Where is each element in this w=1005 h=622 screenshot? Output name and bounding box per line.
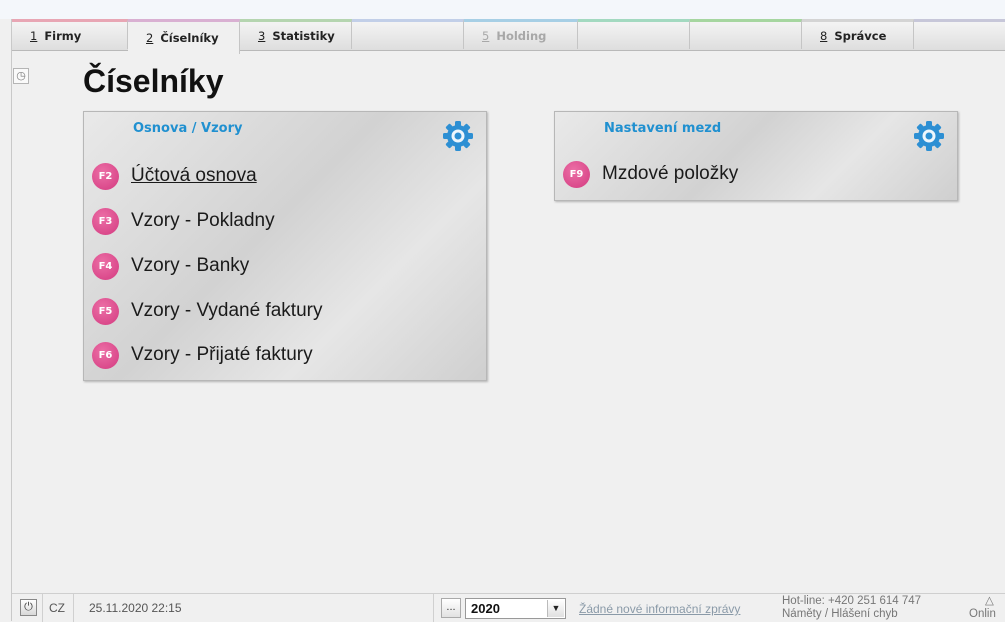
tab-statistiky[interactable]: 3 Statistiky <box>240 19 352 49</box>
tab-label: Statistiky <box>272 28 335 43</box>
tab-empty-4 <box>352 19 464 49</box>
tab-empty-7 <box>690 19 802 49</box>
hotline-info: Hot-line: +420 251 614 747 Náměty / Hláš… <box>782 595 921 621</box>
tab-number: 5 <box>482 28 490 43</box>
online-icon: △ <box>985 595 994 607</box>
panel-osnova-vzory: Osnova / Vzory F2 Účtová osnova F3 Vzory… <box>83 111 487 381</box>
tab-number: 2 <box>146 31 154 45</box>
language-code: CZ <box>49 601 65 615</box>
tab-empty-6 <box>578 19 690 49</box>
menu-item-vzory-vydane-faktury[interactable]: F5 Vzory - Vydané faktury <box>92 296 322 326</box>
panel-header: Nastavení mezd <box>555 112 957 151</box>
panel-nastaveni-mezd: Nastavení mezd F9 Mzdové položky <box>554 111 958 201</box>
datetime: 25.11.2020 22:15 <box>89 601 182 615</box>
menu-item-uctova-osnova[interactable]: F2 Účtová osnova <box>92 161 257 191</box>
menu-item-mzdove-polozky[interactable]: F9 Mzdové položky <box>563 159 738 189</box>
shortcut-badge: F9 <box>563 160 590 188</box>
feedback-link[interactable]: Náměty / Hlášení chyb <box>782 608 921 621</box>
status-bar: ⏻ CZ 25.11.2020 22:15 ... 2020 ▼ Žádné n… <box>12 593 1005 622</box>
panel-title: Nastavení mezd <box>604 121 722 136</box>
menu-item-vzory-pokladny[interactable]: F3 Vzory - Pokladny <box>92 206 275 236</box>
shortcut-badge: F2 <box>92 162 119 190</box>
ellipsis-button[interactable]: ... <box>441 598 461 618</box>
tab-spravce[interactable]: 8 Správce <box>802 19 914 49</box>
menu-item-vzory-banky[interactable]: F4 Vzory - Banky <box>92 251 249 281</box>
item-label: Účtová osnova <box>131 165 257 186</box>
menu-item-vzory-prijate-faktury[interactable]: F6 Vzory - Přijaté faktury <box>92 340 313 370</box>
tab-ciselniky[interactable]: 2 Číselníky <box>128 19 240 54</box>
tab-firmy[interactable]: 1 Firmy <box>12 19 128 49</box>
window-top-strip <box>0 0 1005 19</box>
gear-icon[interactable] <box>441 119 475 153</box>
hotline-text: Hot-line: +420 251 614 747 <box>782 595 922 607</box>
tab-empty-9 <box>914 19 1005 49</box>
online-label: Onlin <box>969 608 996 620</box>
shortcut-badge: F6 <box>92 341 119 369</box>
tab-number: 1 <box>30 28 38 43</box>
tab-number: 8 <box>820 28 828 43</box>
page-title: Číselníky <box>83 63 224 99</box>
module-tab-bar: 1 Firmy 2 Číselníky 3 Statistiky 5 Holdi… <box>12 19 1005 54</box>
item-label: Vzory - Vydané faktury <box>131 300 323 321</box>
online-status[interactable]: △ Onlin <box>969 595 996 621</box>
tab-label: Firmy <box>44 28 82 43</box>
tab-label: Holding <box>496 28 547 43</box>
app-window: 1 Firmy 2 Číselníky 3 Statistiky 5 Holdi… <box>11 19 1005 622</box>
history-icon[interactable]: ◷ <box>13 68 29 84</box>
tab-number: 3 <box>258 28 266 43</box>
year-select[interactable]: 2020 ▼ <box>465 598 566 619</box>
panel-header: Osnova / Vzory <box>84 112 486 151</box>
shortcut-badge: F4 <box>92 252 119 280</box>
power-icon[interactable]: ⏻ <box>20 599 37 616</box>
tab-label: Správce <box>834 28 887 43</box>
item-label: Mzdové položky <box>602 163 739 184</box>
item-label: Vzory - Banky <box>131 255 250 276</box>
item-label: Vzory - Pokladny <box>131 210 275 231</box>
shortcut-badge: F3 <box>92 207 119 235</box>
language-indicator: CZ <box>42 594 74 622</box>
gear-icon[interactable] <box>912 119 946 153</box>
year-value: 2020 <box>471 601 500 616</box>
item-label: Vzory - Přijaté faktury <box>131 344 313 365</box>
panel-title: Osnova / Vzory <box>133 121 243 136</box>
chevron-down-icon[interactable]: ▼ <box>547 600 564 617</box>
shortcut-badge: F5 <box>92 297 119 325</box>
tab-holding[interactable]: 5 Holding <box>464 19 578 49</box>
tab-label: Číselníky <box>160 31 219 45</box>
messages-link[interactable]: Žádné nové informační zprávy <box>579 602 740 616</box>
datetime-cell: 25.11.2020 22:15 <box>74 594 434 622</box>
